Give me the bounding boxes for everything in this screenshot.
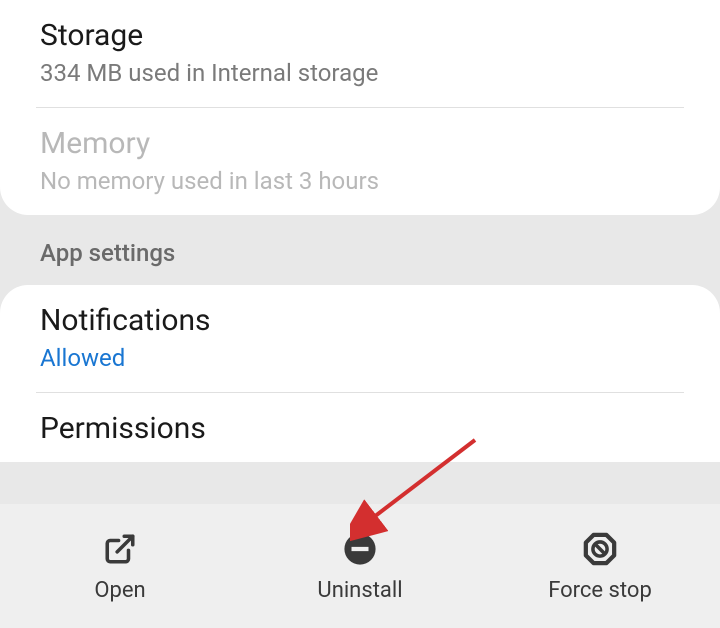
- uninstall-button[interactable]: Uninstall: [240, 530, 480, 603]
- permissions-title: Permissions: [40, 411, 680, 446]
- uninstall-label: Uninstall: [317, 578, 402, 603]
- open-icon: [101, 530, 139, 568]
- memory-subtitle: No memory used in last 3 hours: [40, 167, 680, 195]
- storage-title: Storage: [40, 18, 680, 53]
- memory-title: Memory: [40, 126, 680, 161]
- open-label: Open: [94, 578, 145, 603]
- uninstall-icon: [341, 530, 379, 568]
- notifications-title: Notifications: [40, 303, 680, 338]
- storage-subtitle: 334 MB used in Internal storage: [40, 59, 680, 87]
- permissions-item[interactable]: Permissions: [0, 393, 720, 462]
- force-stop-icon: [581, 530, 619, 568]
- section-header-app-settings: App settings: [0, 215, 720, 285]
- bottom-action-bar: Open Uninstall Force stop: [0, 504, 720, 628]
- open-button[interactable]: Open: [0, 530, 240, 603]
- notifications-status: Allowed: [40, 344, 680, 372]
- usage-card: Storage 334 MB used in Internal storage …: [0, 0, 720, 215]
- memory-item: Memory No memory used in last 3 hours: [0, 108, 720, 215]
- force-stop-label: Force stop: [548, 578, 652, 603]
- storage-item[interactable]: Storage 334 MB used in Internal storage: [0, 0, 720, 107]
- notifications-item[interactable]: Notifications Allowed: [0, 285, 720, 392]
- force-stop-button[interactable]: Force stop: [480, 530, 720, 603]
- app-settings-card: Notifications Allowed Permissions: [0, 285, 720, 462]
